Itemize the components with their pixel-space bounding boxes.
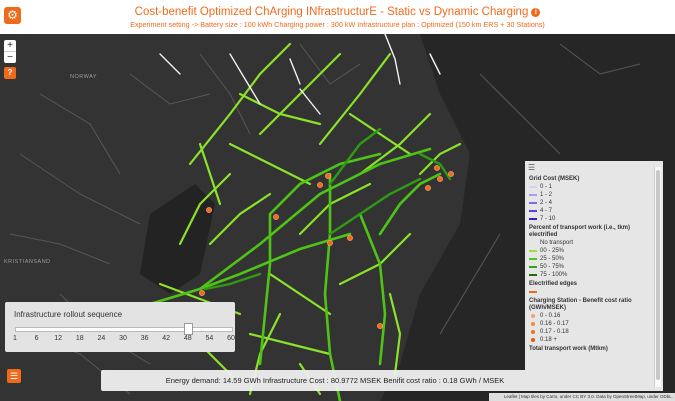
- transport-swatch: [529, 250, 537, 252]
- station-swatch: [531, 322, 535, 326]
- electrified-swatch: [529, 291, 537, 293]
- station-label: 0 - 0.16: [540, 313, 561, 319]
- header: ⚙ Cost-benefit Optimized ChArging INfras…: [0, 0, 675, 34]
- grid-cost-row: 0 - 1: [529, 183, 653, 191]
- grid-cost-swatch: [529, 202, 537, 204]
- transport-label: 00 - 25%: [540, 248, 565, 254]
- transport-row: 50 - 75%: [529, 263, 653, 271]
- grid-cost-label: 1 - 2: [540, 192, 553, 198]
- grid-cost-swatch: [529, 210, 537, 212]
- rollout-tick: 60: [227, 335, 235, 342]
- menu-button[interactable]: ☰: [7, 369, 21, 383]
- station-row: 0.17 - 0.18: [529, 328, 653, 336]
- grid-cost-row: 7 - 10: [529, 215, 653, 223]
- charging-station-marker[interactable]: [437, 176, 443, 182]
- page-title-text: Cost-benefit Optimized ChArging INfrastr…: [134, 6, 529, 18]
- rollout-tick: 48: [183, 335, 192, 342]
- charging-station-marker[interactable]: [448, 171, 454, 177]
- station-row: 0 - 0.16: [529, 312, 653, 320]
- station-label: 0.17 - 0.18: [540, 329, 569, 335]
- transport-swatch: [529, 274, 537, 276]
- charging-station-marker[interactable]: [273, 214, 279, 220]
- rollout-slider-handle[interactable]: [184, 323, 193, 335]
- grid-cost-label: 7 - 10: [540, 216, 556, 222]
- zoom-in-button[interactable]: +: [4, 40, 16, 51]
- electrified-swatch-row: [529, 288, 653, 296]
- grid-cost-label: 0 - 1: [540, 184, 553, 190]
- transport-title: Percent of transport work (i.e., tkm) el…: [529, 225, 631, 238]
- info-icon[interactable]: i: [531, 8, 541, 17]
- rollout-tick: 6: [34, 335, 39, 342]
- layers-icon[interactable]: ☰: [528, 163, 535, 172]
- grid-cost-title: Grid Cost (MSEK): [529, 176, 580, 182]
- grid-cost-label: 2 - 4: [540, 200, 553, 206]
- station-swatch: [531, 330, 535, 334]
- transport-label: 25 - 50%: [540, 256, 565, 262]
- rollout-tick: 42: [162, 335, 171, 342]
- charging-station-marker[interactable]: [434, 165, 440, 171]
- zoom-out-button[interactable]: −: [4, 51, 16, 63]
- transport-swatch: [529, 258, 537, 260]
- grid-cost-row: 1 - 2: [529, 191, 653, 199]
- transport-label: No transport: [540, 240, 574, 246]
- charging-station-marker[interactable]: [325, 173, 331, 179]
- rollout-panel: Infrastructure rollout sequence 1 6 12 18 24…: [5, 302, 235, 352]
- country-label-norway: NORWAY: [70, 74, 98, 80]
- transport-swatch: [529, 266, 537, 268]
- rollout-label: Infrastructure rollout sequence: [14, 310, 123, 319]
- transport-row: No transport: [529, 239, 653, 247]
- map-attribution: Leaflet | Map tiles by Carto, under CC B…: [489, 393, 675, 401]
- charging-station-marker[interactable]: [327, 240, 333, 246]
- charging-station-marker[interactable]: [206, 207, 212, 213]
- transport-row: 75 - 100%: [529, 271, 653, 279]
- grid-cost-swatch: [529, 194, 537, 196]
- station-swatch: [531, 338, 535, 342]
- grid-cost-row: 2 - 4: [529, 199, 653, 207]
- legend-scroll-thumb[interactable]: [656, 170, 660, 380]
- grid-cost-row: 4 - 7: [529, 207, 653, 215]
- grid-cost-swatch: [529, 186, 537, 188]
- charging-station-marker[interactable]: [317, 182, 323, 188]
- rollout-tick: 36: [140, 335, 149, 342]
- charging-station-marker[interactable]: [199, 290, 205, 296]
- station-title: Charging Station - Benefit cost ratio (G…: [529, 298, 632, 311]
- rollout-ticks: 1 6 12 18 24 30 36 42 48 54 60: [5, 335, 235, 345]
- grid-cost-swatch: [529, 218, 537, 220]
- charging-station-marker[interactable]: [377, 323, 383, 329]
- transport-label: 75 - 100%: [540, 272, 568, 278]
- experiment-setting: Experiment setting -> Battery size : 100…: [130, 20, 545, 29]
- grid-cost-label: 4 - 7: [540, 208, 553, 214]
- rollout-tick: 24: [97, 335, 106, 342]
- transport-row: 00 - 25%: [529, 247, 653, 255]
- menu-icon: ☰: [9, 371, 19, 381]
- legend-content: Grid Cost (MSEK) 0 - 1 1 - 2 2 - 4 4 - 7 7 -…: [529, 174, 653, 353]
- legend-scrollbar[interactable]: [654, 167, 661, 387]
- help-button[interactable]: ?: [4, 67, 16, 79]
- legend-panel: ☰ Grid Cost (MSEK) 0 - 1 1 - 2 2 - 4 4 - 7 7…: [525, 161, 663, 391]
- station-label: 0.18 +: [540, 337, 557, 343]
- electrified-title: Electrified edges: [529, 281, 578, 287]
- rollout-slider-track[interactable]: [15, 327, 233, 332]
- zoom-control: + −: [4, 40, 16, 63]
- station-swatch: [531, 314, 535, 318]
- page-title: Cost-benefit Optimized ChArging INfrastr…: [0, 6, 675, 18]
- station-label: 0.16 - 0.17: [540, 321, 569, 327]
- rollout-tick: 18: [75, 335, 84, 342]
- rollout-tick: 12: [54, 335, 63, 342]
- transport-row: 25 - 50%: [529, 255, 653, 263]
- charging-station-marker[interactable]: [425, 185, 431, 191]
- transport-label: 50 - 75%: [540, 264, 565, 270]
- summary-bar: Energy demand: 14.59 GWh Infrastructure …: [101, 370, 569, 391]
- rollout-tick: 54: [205, 335, 214, 342]
- station-row: 0.16 - 0.17: [529, 320, 653, 328]
- total-transport-title: Total transport work (Mtkm): [529, 346, 608, 352]
- station-row: 0.18 +: [529, 336, 653, 344]
- charging-station-marker[interactable]: [347, 235, 353, 241]
- city-label-kristiansand: KRISTIANSAND: [4, 259, 51, 265]
- rollout-tick: 30: [119, 335, 127, 342]
- rollout-tick: 1: [13, 335, 17, 342]
